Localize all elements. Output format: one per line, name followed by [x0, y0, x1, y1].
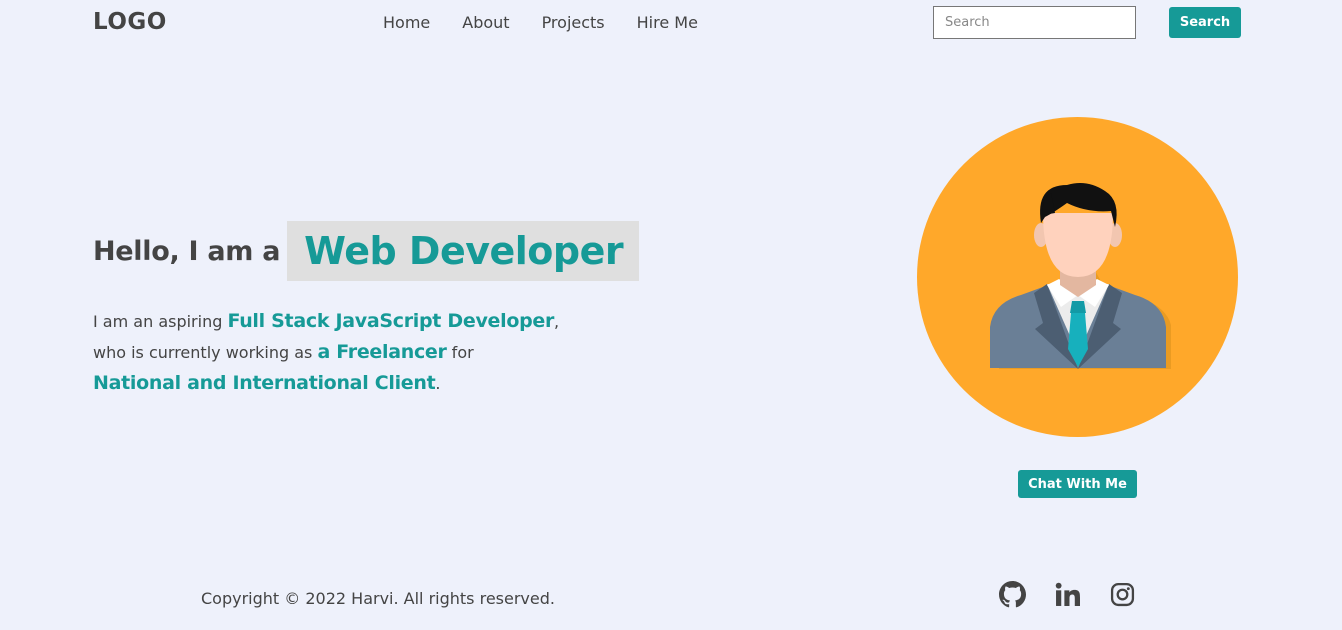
- intro-line-1: I am an aspiring Full Stack JavaScript D…: [93, 306, 653, 337]
- role-text: Web Developer: [304, 229, 624, 273]
- avatar: [917, 117, 1238, 437]
- businessman-avatar-icon: [990, 183, 1171, 369]
- intro-line-3: National and International Client.: [93, 368, 653, 399]
- hero-heading: Hello, I am a Web Developer: [93, 221, 640, 281]
- intro-highlight-fullstack: Full Stack JavaScript Developer: [227, 310, 555, 332]
- intro-text: ,: [554, 312, 560, 331]
- intro-text: .: [435, 374, 441, 393]
- instagram-icon[interactable]: [1108, 580, 1137, 609]
- intro-line-2: who is currently working as a Freelancer…: [93, 337, 653, 368]
- greeting-text: Hello, I am a: [93, 235, 281, 267]
- nav-home[interactable]: Home: [383, 12, 430, 34]
- intro-text: who is currently working as: [93, 343, 318, 362]
- main-nav: Home About Projects Hire Me: [383, 12, 730, 34]
- nav-about[interactable]: About: [462, 12, 509, 34]
- intro-text: for: [446, 343, 474, 362]
- intro-highlight-freelancer: a Freelancer: [317, 341, 447, 363]
- social-links: [998, 580, 1163, 609]
- nav-projects[interactable]: Projects: [542, 12, 605, 34]
- search-button[interactable]: Search: [1169, 7, 1241, 38]
- role-highlight: Web Developer: [287, 221, 640, 281]
- github-icon[interactable]: [998, 580, 1027, 609]
- intro-paragraph: I am an aspiring Full Stack JavaScript D…: [93, 306, 653, 399]
- copyright-text: Copyright © 2022 Harvi. All rights reser…: [201, 589, 555, 608]
- search-input[interactable]: [933, 6, 1136, 39]
- linkedin-icon[interactable]: [1053, 580, 1082, 609]
- intro-highlight-client: National and International Client: [93, 372, 436, 394]
- chat-with-me-button[interactable]: Chat With Me: [1018, 470, 1137, 498]
- intro-text: I am an aspiring: [93, 312, 228, 331]
- logo[interactable]: LOGO: [93, 9, 167, 35]
- nav-hire-me[interactable]: Hire Me: [637, 12, 698, 34]
